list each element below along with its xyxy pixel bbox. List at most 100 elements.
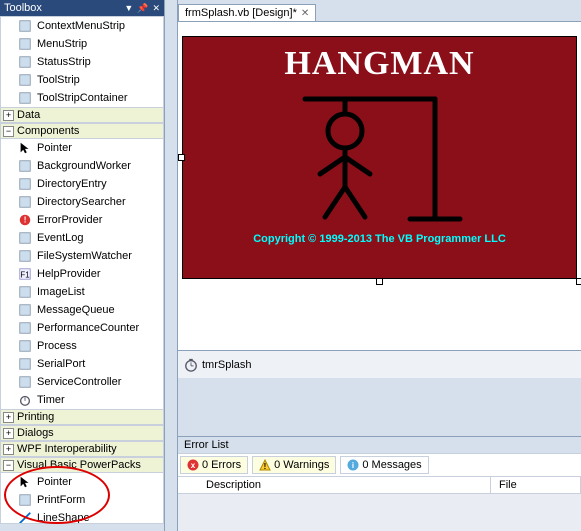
messages-tab[interactable]: i 0 Messages <box>340 456 428 474</box>
line-shape-icon <box>17 510 33 524</box>
splash-form[interactable]: HANGMAN Copyright © 1999-2013 The VB Pro… <box>182 36 577 279</box>
toolbox-item-pointer[interactable]: Pointer <box>1 139 163 157</box>
toolbox-item-backgroundworker[interactable]: BackgroundWorker <box>1 157 163 175</box>
error-list-title: Error List <box>178 437 581 454</box>
toolbox-item-timer[interactable]: Timer <box>1 391 163 409</box>
collapse-icon[interactable]: − <box>3 460 14 471</box>
resize-handle[interactable] <box>576 278 581 285</box>
help-provider-icon: F1 <box>17 266 33 282</box>
toolbox-item-errorprovider[interactable]: !ErrorProvider <box>1 211 163 229</box>
warnings-tab[interactable]: ! 0 Warnings <box>252 456 336 474</box>
toolbox-item-statusstrip[interactable]: StatusStrip <box>1 53 163 71</box>
group-label: Data <box>17 109 40 121</box>
col-description[interactable]: Description <box>178 477 491 493</box>
status-strip-icon <box>17 54 33 70</box>
toolbox-group-components[interactable]: −Components <box>1 123 163 139</box>
toolbox-item-label: ImageList <box>37 286 85 298</box>
toolbox-item-process[interactable]: Process <box>1 337 163 355</box>
toolbox-item-performancecounter[interactable]: PerformanceCounter <box>1 319 163 337</box>
print-form-icon <box>17 492 33 508</box>
toolbox-item-label: ToolStripContainer <box>37 92 128 104</box>
hangman-title-label: HANGMAN <box>183 37 576 83</box>
toolbox-item-label: HelpProvider <box>37 268 101 280</box>
toolbox-item-serialport[interactable]: SerialPort <box>1 355 163 373</box>
resize-handle[interactable] <box>178 154 185 161</box>
horizontal-splitter[interactable] <box>178 378 581 436</box>
bgworker-icon <box>17 158 33 174</box>
dropdown-icon[interactable]: ▼ <box>124 3 133 13</box>
toolbox-item-filesystemwatcher[interactable]: FileSystemWatcher <box>1 247 163 265</box>
toolbox-item-menustrip[interactable]: MenuStrip <box>1 35 163 53</box>
tool-strip-container-icon <box>17 90 33 106</box>
perf-counter-icon <box>17 320 33 336</box>
toolbox-item-imagelist[interactable]: ImageList <box>1 283 163 301</box>
expand-icon[interactable]: + <box>3 110 14 121</box>
error-list-filters: x 0 Errors ! 0 Warnings i 0 Messages <box>178 454 581 477</box>
expand-icon[interactable]: + <box>3 412 14 423</box>
vertical-splitter[interactable] <box>165 0 178 531</box>
error-list-columns: Description File <box>178 477 581 494</box>
errors-tab[interactable]: x 0 Errors <box>180 456 248 474</box>
document-tab[interactable]: frmSplash.vb [Design]* ✕ <box>178 4 316 21</box>
toolbox-item-label: EventLog <box>37 232 83 244</box>
group-label: Visual Basic PowerPacks <box>17 459 141 471</box>
form-designer-surface[interactable]: HANGMAN Copyright © 1999-2013 The VB Pro… <box>178 22 581 371</box>
toolbox-item-contextmenustrip[interactable]: ContextMenuStrip <box>1 17 163 35</box>
toolbox-item-toolstripcontainer[interactable]: ToolStripContainer <box>1 89 163 107</box>
resize-handle[interactable] <box>376 278 383 285</box>
toolbox-item-eventlog[interactable]: EventLog <box>1 229 163 247</box>
toolbox-item-label: MenuStrip <box>37 38 87 50</box>
toolbox-item-label: Pointer <box>37 476 72 488</box>
toolbox-panel: Toolbox ▼ 📌 ✕ ContextMenuStrip MenuStrip S… <box>0 0 165 531</box>
toolbox-item-label: ServiceController <box>37 376 121 388</box>
expand-icon[interactable]: + <box>3 428 14 439</box>
col-file[interactable]: File <box>491 477 581 493</box>
toolbox-item-lineshape[interactable]: LineShape <box>1 509 163 524</box>
svg-text:i: i <box>352 461 354 470</box>
toolbox-group-visual-basic-powerpacks[interactable]: −Visual Basic PowerPacks <box>1 457 163 473</box>
timer-icon <box>184 358 198 372</box>
toolbox-group-data[interactable]: +Data <box>1 107 163 123</box>
error-icon: x <box>187 459 199 471</box>
toolbox-item-label: BackgroundWorker <box>37 160 131 172</box>
dir-entry-icon <box>17 176 33 192</box>
toolbox-item-directorysearcher[interactable]: DirectorySearcher <box>1 193 163 211</box>
group-label: Printing <box>17 411 54 423</box>
pin-icon[interactable]: 📌 <box>137 3 148 14</box>
toolbox-item-label: ContextMenuStrip <box>37 20 125 32</box>
toolbox-item-toolstrip[interactable]: ToolStrip <box>1 71 163 89</box>
toolbox-item-label: DirectoryEntry <box>37 178 107 190</box>
toolbox-item-label: MessageQueue <box>37 304 115 316</box>
toolbox-item-helpprovider[interactable]: F1 HelpProvider <box>1 265 163 283</box>
toolbox-item-pointer[interactable]: Pointer <box>1 473 163 491</box>
hangman-graphic <box>295 89 465 229</box>
component-tray: tmrSplash <box>178 350 581 378</box>
context-menu-icon <box>17 18 33 34</box>
toolbox-item-messagequeue[interactable]: MessageQueue <box>1 301 163 319</box>
error-list-panel: Error List x 0 Errors ! 0 Warnings i 0 M… <box>178 436 581 531</box>
serial-port-icon <box>17 356 33 372</box>
svg-text:F1: F1 <box>20 271 29 280</box>
dir-searcher-icon <box>17 194 33 210</box>
toolbox-group-dialogs[interactable]: +Dialogs <box>1 425 163 441</box>
toolbox-group-wpf-interoperability[interactable]: +WPF Interoperability <box>1 441 163 457</box>
toolbox-item-printform[interactable]: PrintForm <box>1 491 163 509</box>
toolbox-item-servicecontroller[interactable]: ServiceController <box>1 373 163 391</box>
toolbox-item-directoryentry[interactable]: DirectoryEntry <box>1 175 163 193</box>
svg-text:!: ! <box>264 462 267 471</box>
toolbox-item-label: StatusStrip <box>37 56 91 68</box>
toolbox-item-label: PerformanceCounter <box>37 322 139 334</box>
toolbox-group-printing[interactable]: +Printing <box>1 409 163 425</box>
collapse-icon[interactable]: − <box>3 126 14 137</box>
toolbox-title: Toolbox <box>4 2 120 14</box>
warning-icon: ! <box>259 459 271 471</box>
tray-timer-label[interactable]: tmrSplash <box>202 359 252 371</box>
errors-count: 0 Errors <box>202 459 241 471</box>
close-icon[interactable]: ✕ <box>152 3 160 14</box>
expand-icon[interactable]: + <box>3 444 14 455</box>
event-log-icon <box>17 230 33 246</box>
tab-close-icon[interactable]: ✕ <box>301 8 309 19</box>
service-controller-icon <box>17 374 33 390</box>
toolbox-item-label: FileSystemWatcher <box>37 250 132 262</box>
tab-label: frmSplash.vb [Design]* <box>185 7 297 19</box>
